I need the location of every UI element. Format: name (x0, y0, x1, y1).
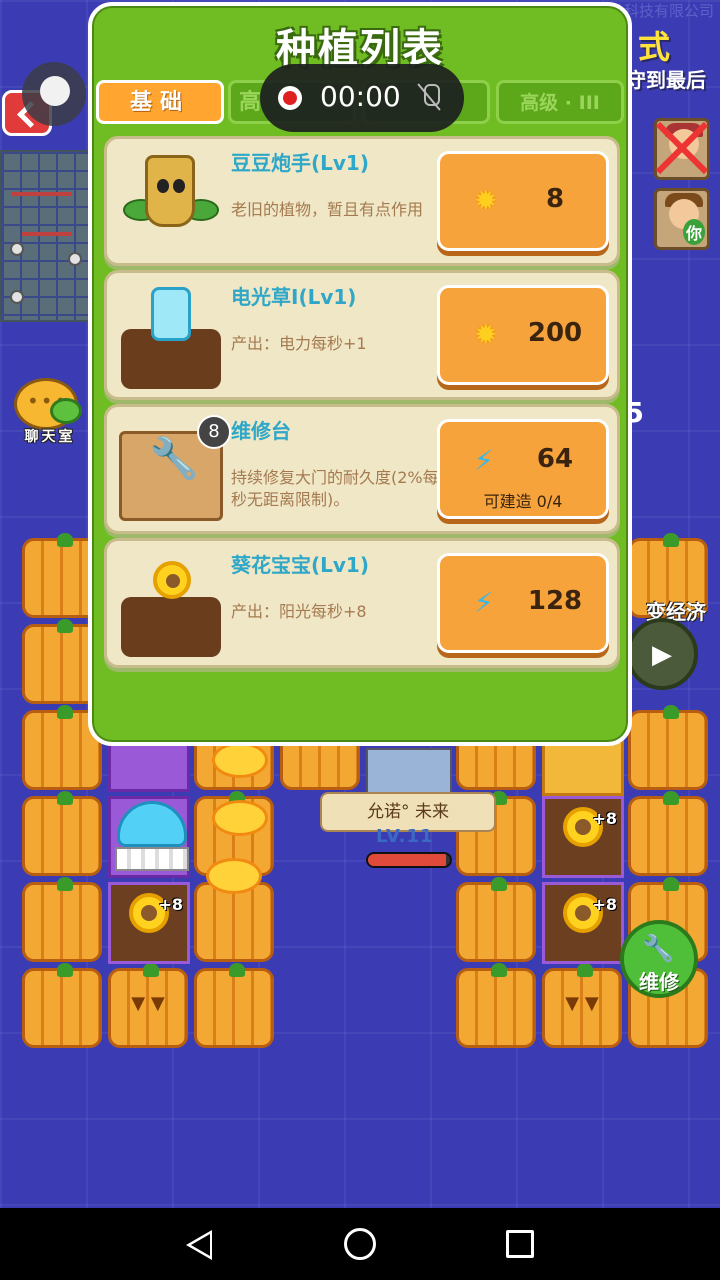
fireball-projectile-icon (212, 800, 268, 836)
build-limit: 可建造 0/4 (483, 492, 563, 511)
cost-value: 200 (527, 318, 583, 348)
pumpkin-wall (22, 877, 102, 962)
plant-desc: 产出：电力每秒+1 (231, 334, 367, 353)
self-avatar[interactable]: 你 (654, 188, 710, 250)
player-health-fill (368, 854, 446, 866)
cost-value: 8 (545, 184, 565, 214)
plant-name: 维修台 (231, 419, 291, 443)
pumpkin-wall (194, 877, 274, 962)
repair-button[interactable]: 🔧 维修 (620, 920, 698, 998)
pumpkin-wall (194, 963, 274, 1048)
sun-icon: ✹ (474, 184, 498, 217)
player-health-bar (366, 852, 452, 868)
screen-recorder[interactable]: 00:00 (260, 64, 464, 132)
mic-off-icon[interactable] (420, 84, 440, 112)
player-character[interactable] (366, 748, 452, 798)
pea-shooter-icon (117, 149, 225, 257)
pumpkin-wall (22, 791, 102, 876)
video-button[interactable] (626, 618, 698, 690)
plant-name: 电光草Ⅰ(Lv1) (231, 285, 357, 309)
pumpkin-wall (456, 963, 536, 1048)
plant-desc: 产出：阳光每秒+8 (231, 602, 367, 621)
fireball-projectile-icon (212, 742, 268, 778)
jack-o-lantern (542, 963, 622, 1048)
spike-trap[interactable] (542, 740, 624, 796)
lightning-grass-icon (117, 283, 225, 391)
cost-value: 128 (527, 586, 583, 616)
plant-name: 葵花宝宝(Lv1) (231, 553, 369, 577)
mode-subtitle: 守到最后 (626, 68, 706, 92)
nav-recent-icon[interactable] (506, 1230, 534, 1258)
build-button[interactable]: ✹ 200 (437, 285, 609, 385)
record-timer: 00:00 (320, 80, 401, 113)
floating-assist-button[interactable] (22, 62, 86, 126)
sunflower-baby-icon (117, 551, 225, 659)
plant-desc: 老旧的植物，暂且有点作用 (231, 200, 424, 219)
plant-card[interactable]: 🔧 8 维修台 持续修复大门的耐久度(2%每秒无距离限制)。 ⚡ 64 可建造 … (104, 404, 620, 534)
sunflower-plot[interactable]: +8 (108, 882, 190, 964)
pumpkin-wall (456, 877, 536, 962)
tab-advanced-3[interactable]: 高级 · III (496, 80, 624, 124)
build-button[interactable]: ✹ 8 (437, 151, 609, 251)
bolt-icon: ⚡ (474, 586, 494, 619)
fence-icon (115, 847, 189, 871)
fireball-projectile-icon (206, 858, 262, 894)
sun-bonus-label: +8 (158, 895, 183, 914)
build-button[interactable]: ⚡ 64 可建造 0/4 (437, 419, 609, 519)
sun-bonus-label: +8 (592, 809, 617, 828)
mushroom-plant-icon (117, 801, 187, 847)
build-button[interactable]: ⚡ 128 (437, 553, 609, 653)
record-icon[interactable] (278, 86, 302, 110)
chat-bubble-small-icon (50, 398, 82, 424)
nav-back-icon[interactable] (186, 1230, 212, 1260)
sun-icon: ✹ (474, 318, 498, 351)
mushroom-plot[interactable] (108, 796, 190, 878)
minimap[interactable] (0, 150, 90, 322)
pumpkin-wall (628, 705, 708, 790)
android-nav-bar (0, 1208, 720, 1280)
jack-o-lantern (108, 963, 188, 1048)
wrench-icon: 🔧 (642, 934, 675, 964)
chat-room-button[interactable]: 聊天室 (10, 376, 84, 446)
pumpkin-wall (628, 791, 708, 876)
cost-value: 64 (536, 444, 574, 474)
plant-card[interactable]: 豆豆炮手(Lv1) 老旧的植物，暂且有点作用 ✹ 8 (104, 136, 620, 266)
count-badge: 8 (197, 415, 231, 449)
pumpkin-wall (22, 963, 102, 1048)
nav-home-icon[interactable] (344, 1228, 376, 1260)
plant-desc: 持续修复大门的耐久度(2%每秒无距离限制)。 (231, 468, 439, 509)
sunflower-plot[interactable]: +8 (542, 796, 624, 878)
plant-card[interactable]: 电光草Ⅰ(Lv1) 产出：电力每秒+1 ✹ 200 (104, 270, 620, 400)
sun-bonus-label: +8 (592, 895, 617, 914)
you-label: 你 (682, 219, 705, 245)
sunflower-plot[interactable]: +8 (542, 882, 624, 964)
mode-title: 式 (637, 28, 670, 66)
tab-basic[interactable]: 基础 (96, 80, 224, 124)
plant-name: 豆豆炮手(Lv1) (231, 151, 369, 175)
plant-list-panel: 种植列表 基础 高 高级 · III 00:00 豆豆炮手(Lv1) 老旧的植物… (88, 2, 632, 746)
repair-label: 维修 (639, 970, 679, 994)
bolt-icon: ⚡ (474, 444, 494, 477)
plant-card[interactable]: 葵花宝宝(Lv1) 产出：阳光每秒+8 ⚡ 128 (104, 538, 620, 668)
eliminated-cross-icon (652, 118, 712, 178)
player-level: LV.11 (376, 826, 434, 847)
chat-room-label: 聊天室 (24, 429, 76, 445)
